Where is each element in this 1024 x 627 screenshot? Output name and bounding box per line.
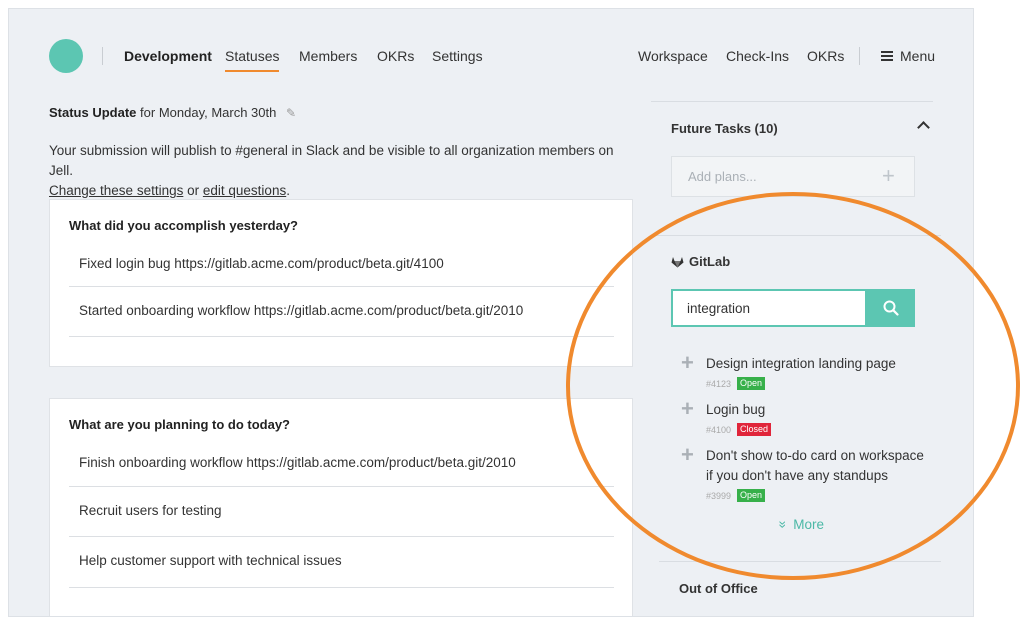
result-title: Design integration landing page bbox=[706, 356, 896, 371]
gitlab-icon bbox=[671, 256, 684, 267]
sidebar-divider bbox=[659, 561, 941, 562]
answer-row[interactable]: Finish onboarding workflow https://gitla… bbox=[69, 443, 614, 487]
future-tasks-title: Future Tasks (10) bbox=[671, 121, 778, 136]
gitlab-search-input[interactable] bbox=[673, 291, 857, 325]
result-id: #4100 bbox=[706, 424, 732, 435]
result-meta: #3999 Open bbox=[706, 489, 766, 502]
double-chevron-down-icon: » bbox=[775, 520, 791, 529]
add-task-plus-icon[interactable]: + bbox=[681, 350, 694, 376]
more-label: More bbox=[793, 517, 825, 532]
hamburger-icon bbox=[881, 51, 893, 61]
answer-text: Help customer support with technical iss… bbox=[79, 553, 342, 568]
status-badge: Open bbox=[737, 377, 766, 390]
app-window: Development Statuses Members OKRs Settin… bbox=[8, 8, 974, 617]
change-settings-link[interactable]: Change these settings bbox=[49, 183, 183, 198]
more-link[interactable]: » More bbox=[775, 517, 825, 532]
team-logo[interactable] bbox=[49, 39, 83, 73]
answer-text: Fixed login bug https://gitlab.acme.com/… bbox=[79, 256, 444, 271]
result-title: Login bug bbox=[706, 402, 766, 417]
status-badge: Open bbox=[737, 489, 766, 502]
answer-text: Finish onboarding workflow https://gitla… bbox=[79, 455, 516, 470]
gitlab-header: GitLab bbox=[671, 254, 730, 269]
status-update-heading: Status Update for Monday, March 30th ✎ bbox=[49, 105, 296, 120]
period-text: . bbox=[286, 183, 290, 198]
sidebar-divider bbox=[651, 101, 933, 102]
nav-workspace[interactable]: Workspace bbox=[638, 48, 708, 64]
add-plans-input[interactable]: Add plans... + bbox=[671, 156, 915, 197]
question-card-yesterday: What did you accomplish yesterday? Fixed… bbox=[49, 199, 633, 367]
gitlab-title: GitLab bbox=[689, 254, 731, 269]
tab-statuses[interactable]: Statuses bbox=[225, 48, 280, 72]
status-update-description: Your submission will publish to #general… bbox=[49, 141, 639, 201]
answer-row[interactable]: Started onboarding workflow https://gitl… bbox=[69, 287, 614, 337]
result-meta: #4100 Closed bbox=[706, 423, 772, 436]
menu-label: Menu bbox=[900, 48, 936, 64]
question-card-today: What are you planning to do today? Finis… bbox=[49, 398, 633, 616]
answer-text: Recruit users for testing bbox=[79, 503, 222, 518]
tab-okrs[interactable]: OKRs bbox=[377, 48, 414, 64]
status-update-date: for Monday, March 30th bbox=[140, 105, 277, 120]
out-of-office-title: Out of Office bbox=[679, 581, 758, 596]
menu-button[interactable]: Menu bbox=[881, 48, 935, 64]
answer-row[interactable]: Recruit users for testing bbox=[69, 487, 614, 537]
add-task-plus-icon[interactable]: + bbox=[681, 396, 694, 422]
team-name[interactable]: Development bbox=[124, 48, 212, 64]
chevron-up-icon[interactable] bbox=[917, 121, 930, 134]
header-divider bbox=[102, 47, 103, 65]
nav-okrs[interactable]: OKRs bbox=[807, 48, 844, 64]
description-text: Your submission will publish to #general… bbox=[49, 143, 614, 178]
question-label: What are you planning to do today? bbox=[69, 417, 290, 432]
answer-row[interactable]: Help customer support with technical iss… bbox=[69, 537, 614, 588]
question-label: What did you accomplish yesterday? bbox=[69, 218, 298, 233]
header-divider-right bbox=[859, 47, 860, 65]
result-id: #3999 bbox=[706, 490, 732, 501]
search-button[interactable] bbox=[867, 289, 915, 327]
tab-members[interactable]: Members bbox=[299, 48, 357, 64]
or-text: or bbox=[187, 183, 200, 198]
result-title: Don't show to-do card on workspace if yo… bbox=[706, 448, 924, 483]
gitlab-search-field[interactable] bbox=[671, 289, 867, 327]
sidebar-divider bbox=[651, 235, 941, 236]
search-icon bbox=[883, 300, 899, 316]
nav-check-ins[interactable]: Check-Ins bbox=[726, 48, 789, 64]
answer-row[interactable]: Fixed login bug https://gitlab.acme.com/… bbox=[69, 244, 614, 287]
tab-settings[interactable]: Settings bbox=[432, 48, 483, 64]
answer-text: Started onboarding workflow https://gitl… bbox=[79, 303, 524, 318]
result-id: #4123 bbox=[706, 378, 732, 389]
edit-questions-link[interactable]: edit questions bbox=[203, 183, 286, 198]
result-meta: #4123 Open bbox=[706, 377, 766, 390]
status-update-title: Status Update bbox=[49, 105, 137, 120]
pencil-icon[interactable]: ✎ bbox=[286, 106, 296, 120]
plus-icon[interactable]: + bbox=[882, 163, 895, 189]
add-task-plus-icon[interactable]: + bbox=[681, 442, 694, 468]
add-plans-placeholder: Add plans... bbox=[688, 169, 757, 184]
status-badge: Closed bbox=[737, 423, 772, 436]
